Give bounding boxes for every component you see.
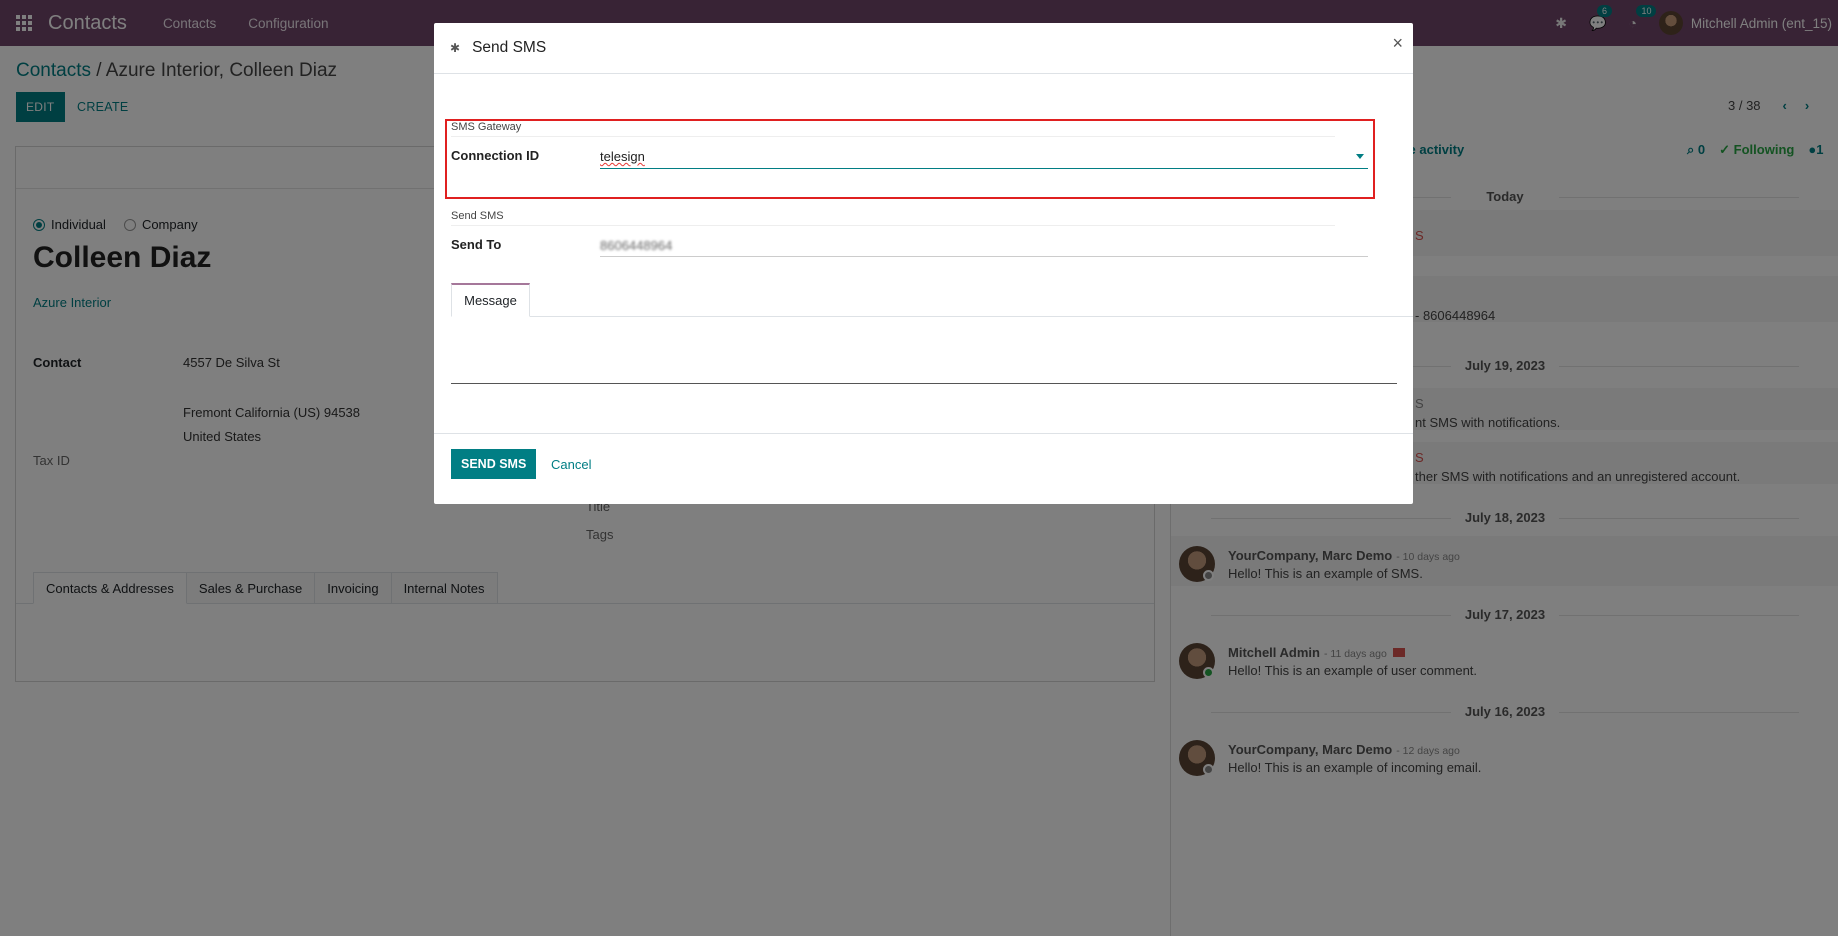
send-to-value: 8606448964 bbox=[600, 238, 673, 253]
connection-id-label: Connection ID bbox=[451, 148, 540, 163]
debug-bug-icon[interactable]: ✱ bbox=[450, 41, 460, 55]
message-textarea[interactable] bbox=[451, 328, 1397, 384]
section-sms-gateway: SMS Gateway bbox=[451, 121, 522, 133]
message-tab-divider bbox=[451, 316, 1413, 317]
connection-id-value: telesign bbox=[600, 149, 645, 164]
tab-message[interactable]: Message bbox=[451, 283, 530, 317]
section-divider bbox=[451, 225, 1335, 226]
dropdown-caret-icon[interactable] bbox=[1356, 154, 1364, 159]
send-sms-button[interactable]: SEND SMS bbox=[451, 449, 537, 479]
cancel-button[interactable]: Cancel bbox=[551, 449, 591, 479]
connection-id-field[interactable]: telesign bbox=[600, 147, 1368, 169]
send-to-field[interactable]: 8606448964 bbox=[600, 235, 1368, 257]
section-divider bbox=[451, 136, 1335, 137]
modal-footer: SEND SMS Cancel bbox=[434, 433, 1413, 504]
send-sms-dialog: ✱ Send SMS × SMS Gateway Connection ID t… bbox=[434, 23, 1413, 504]
section-send-sms: Send SMS bbox=[451, 210, 504, 222]
modal-title: Send SMS bbox=[472, 39, 547, 56]
close-icon[interactable]: × bbox=[1392, 33, 1403, 54]
modal-header: ✱ Send SMS × bbox=[434, 23, 1413, 74]
send-to-label: Send To bbox=[451, 237, 502, 252]
